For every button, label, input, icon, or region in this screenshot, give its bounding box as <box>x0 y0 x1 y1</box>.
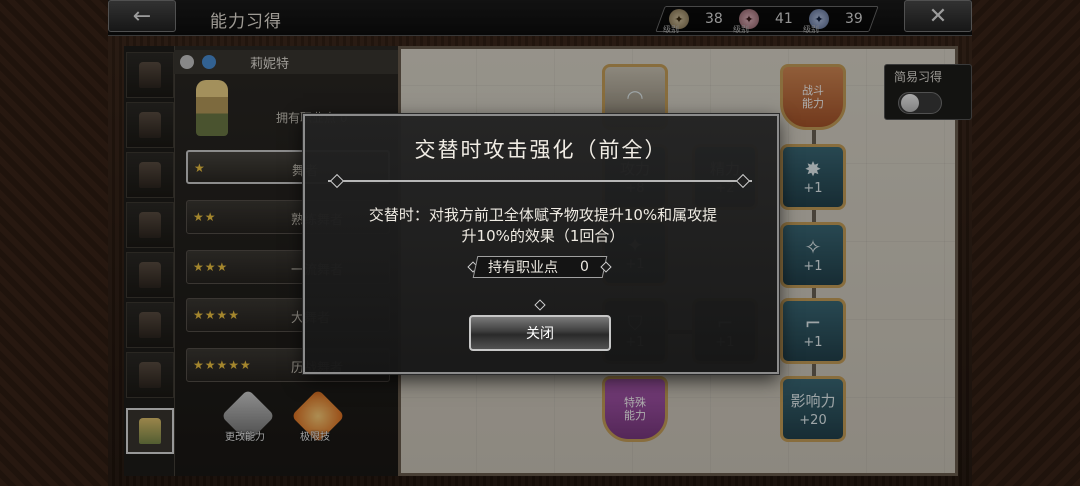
dialog-close-label: 关闭 <box>526 326 554 342</box>
dialog-title: 交替时攻击强化（前全） <box>414 138 668 162</box>
dialog-close-button[interactable]: 关闭 <box>469 315 611 351</box>
dialog-description: 交替时：对我方前卫全体赋予物攻提升10%和属攻提升10%的效果（1回合） <box>368 206 718 245</box>
dialog-divider <box>328 180 752 182</box>
job-points-value: 0 <box>580 259 589 275</box>
job-points-label: 持有职业点 <box>488 260 558 276</box>
job-points-display: 持有职业点 0 <box>472 256 608 278</box>
